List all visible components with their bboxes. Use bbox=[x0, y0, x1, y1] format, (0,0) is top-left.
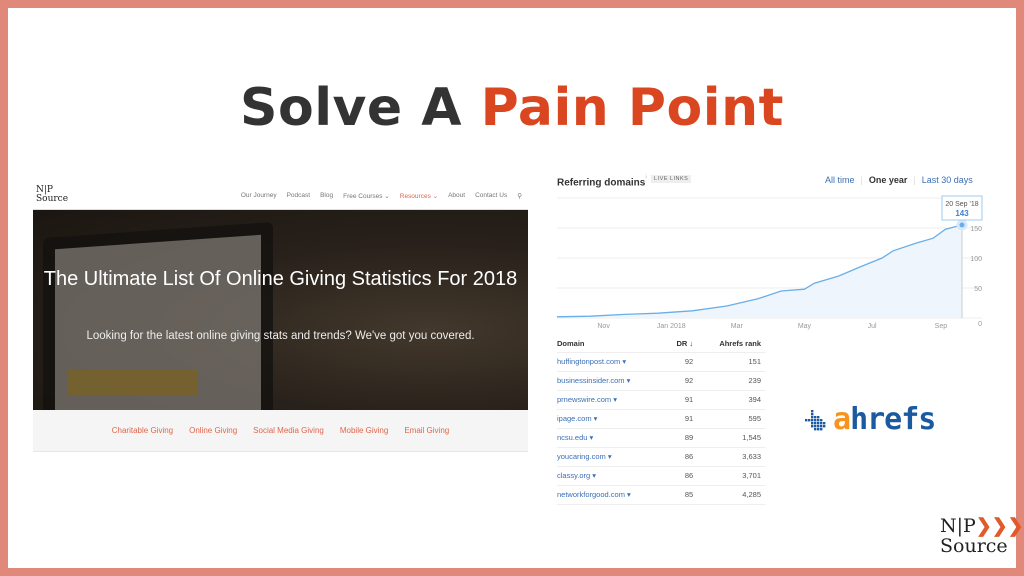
title-highlight: Pain Point bbox=[480, 78, 784, 138]
column-header[interactable]: DR ↓ bbox=[666, 335, 698, 353]
range-option[interactable]: All time bbox=[825, 175, 855, 185]
nav-item[interactable]: Podcast bbox=[287, 192, 311, 200]
nav-item[interactable]: Blog bbox=[320, 192, 333, 200]
y-tick-label: 100 bbox=[970, 256, 982, 263]
category-link[interactable]: Social Media Giving bbox=[253, 426, 324, 435]
x-tick-label: Nov bbox=[597, 323, 610, 330]
domain-link[interactable]: ncsu.edu ▾ bbox=[557, 428, 667, 448]
tooltip-value: 143 bbox=[955, 209, 969, 218]
logo-line1: N|P bbox=[940, 515, 976, 537]
nav-item[interactable]: Free Courses ⌄ bbox=[343, 192, 390, 200]
dr-cell: 91 bbox=[666, 390, 698, 410]
dr-cell: 92 bbox=[666, 371, 698, 391]
rank-cell: 4,285 bbox=[697, 485, 765, 505]
domain-link[interactable]: networkforgood.com ▾ bbox=[557, 485, 667, 505]
site-header: N|P Source Our Journey Podcast Blog Free Cou… bbox=[33, 183, 528, 210]
range-option[interactable]: One year bbox=[869, 175, 908, 185]
rank-cell: 239 bbox=[697, 371, 765, 391]
rank-cell: 394 bbox=[697, 390, 765, 410]
dr-cell: 85 bbox=[666, 485, 698, 505]
nav-item[interactable]: About bbox=[448, 192, 465, 200]
table-row: businessinsider.com ▾ 92 239 bbox=[557, 371, 765, 391]
x-tick-label: Jan 2018 bbox=[657, 323, 686, 330]
site-logo[interactable]: N|P Source bbox=[36, 186, 68, 204]
table-row: ncsu.edu ▾ 89 1,545 bbox=[557, 428, 765, 448]
rank-cell: 595 bbox=[697, 409, 765, 429]
domain-link[interactable]: prnewswire.com ▾ bbox=[557, 390, 667, 410]
dr-cell: 92 bbox=[666, 352, 698, 372]
x-tick-label: May bbox=[798, 323, 812, 330]
referring-domains-chart: 0 50 100 150 Nov Jan 2018 Mar May Jul Sep 20 Sep '… bbox=[556, 195, 983, 330]
chart-title: Referring domainsⁱ bbox=[557, 173, 647, 188]
dr-cell: 86 bbox=[666, 447, 698, 467]
slide-title: Solve A Pain Point bbox=[0, 78, 1024, 138]
x-tick-label: Mar bbox=[731, 323, 744, 330]
rank-cell: 1,545 bbox=[697, 428, 765, 448]
category-link[interactable]: Online Giving bbox=[189, 426, 237, 435]
y-tick-label: 50 bbox=[974, 286, 982, 293]
dr-cell: 89 bbox=[666, 428, 698, 448]
table-row: huffingtonpost.com ▾ 92 151 bbox=[557, 352, 765, 372]
divider: | bbox=[913, 175, 916, 185]
domain-link[interactable]: huffingtonpost.com ▾ bbox=[557, 352, 667, 372]
table-row: youcaring.com ▾ 86 3,633 bbox=[557, 447, 765, 467]
column-header[interactable]: Ahrefs rank bbox=[697, 335, 765, 353]
x-tick-label: Sep bbox=[935, 323, 948, 330]
divider: | bbox=[860, 175, 863, 185]
website-screenshot: N|P Source Our Journey Podcast Blog Free Cou… bbox=[33, 183, 528, 453]
category-link[interactable]: Mobile Giving bbox=[340, 426, 388, 435]
ahrefs-hand-icon bbox=[805, 409, 826, 430]
domain-link[interactable]: ipage.com ▾ bbox=[557, 409, 667, 429]
search-icon[interactable]: ⚲ bbox=[517, 192, 522, 200]
nav-item[interactable]: Resources ⌄ bbox=[400, 192, 438, 200]
chevrons-icon: ❯❯❯ bbox=[975, 515, 1024, 537]
nav-item[interactable]: Our Journey bbox=[241, 192, 277, 200]
site-nav: Our Journey Podcast Blog Free Courses ⌄ Reso… bbox=[241, 192, 522, 200]
domain-link[interactable]: businessinsider.com ▾ bbox=[557, 371, 667, 391]
logo-line2: Source bbox=[940, 535, 1008, 557]
dr-cell: 86 bbox=[666, 466, 698, 486]
category-link[interactable]: Charitable Giving bbox=[112, 426, 173, 435]
table-header: Domain DR ↓ Ahrefs rank bbox=[557, 335, 765, 353]
hero-subtitle: Looking for the latest online giving sta… bbox=[86, 330, 475, 342]
title-text: Referring domains bbox=[557, 177, 646, 189]
ahrefs-logo: ahrefs bbox=[805, 402, 936, 437]
hero-title: The Ultimate List Of Online Giving Stati… bbox=[43, 268, 518, 290]
category-links: Charitable Giving Online Giving Social Med… bbox=[33, 410, 528, 452]
area-fill bbox=[557, 225, 962, 318]
range-selector: All time | One year | Last 30 days bbox=[825, 175, 973, 185]
range-option[interactable]: Last 30 days bbox=[922, 175, 973, 185]
referring-domains-table: Domain DR ↓ Ahrefs rank huffingtonpost.com… bbox=[557, 335, 765, 505]
rank-cell: 3,633 bbox=[697, 447, 765, 467]
logo-line2: Source bbox=[36, 194, 69, 204]
category-link[interactable]: Email Giving bbox=[404, 426, 449, 435]
hero-overlay bbox=[33, 210, 528, 410]
rank-cell: 151 bbox=[697, 352, 765, 372]
data-point[interactable] bbox=[956, 219, 968, 231]
table-row: prnewswire.com ▾ 91 394 bbox=[557, 390, 765, 410]
hero-banner: The Ultimate List Of Online Giving Stati… bbox=[33, 210, 528, 410]
table-row: classy.org ▾ 86 3,701 bbox=[557, 466, 765, 486]
x-tick-label: Jul bbox=[868, 323, 877, 330]
npsource-logo: N|P❯❯❯ Source bbox=[940, 516, 1024, 556]
tooltip-date: 20 Sep '18 bbox=[945, 201, 978, 208]
y-tick-label: 150 bbox=[970, 226, 982, 233]
nav-item[interactable]: Contact Us bbox=[475, 192, 507, 200]
y-tick-label: 0 bbox=[978, 321, 982, 328]
table-row: ipage.com ▾ 91 595 bbox=[557, 409, 765, 429]
dr-cell: 91 bbox=[666, 409, 698, 429]
rank-cell: 3,701 bbox=[697, 466, 765, 486]
table-row: networkforgood.com ▾ 85 4,285 bbox=[557, 485, 765, 505]
title-part-1: Solve A bbox=[240, 78, 463, 138]
live-links-badge: LIVE LINKS bbox=[651, 175, 692, 183]
domain-link[interactable]: classy.org ▾ bbox=[557, 466, 667, 486]
column-header[interactable]: Domain bbox=[557, 335, 667, 353]
info-icon[interactable]: ⁱ bbox=[645, 173, 647, 183]
domain-link[interactable]: youcaring.com ▾ bbox=[557, 447, 667, 467]
